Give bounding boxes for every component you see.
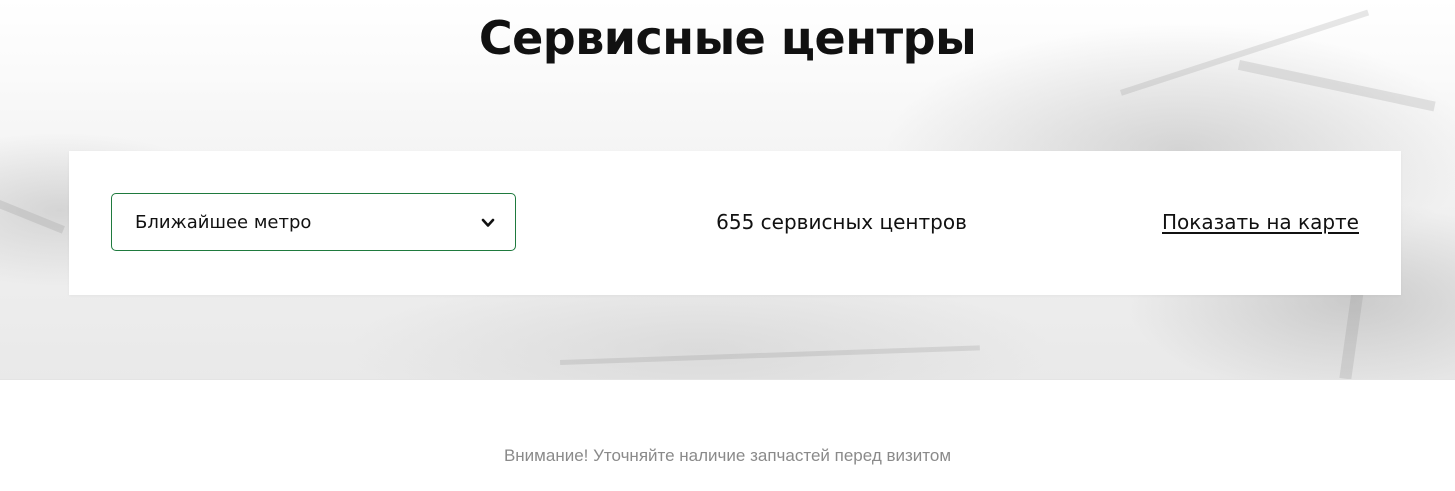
service-count: 655 сервисных центров xyxy=(716,210,967,234)
page-title: Сервисные центры xyxy=(478,11,977,65)
filter-panel: Ближайшее метро 655 сервисных центров По… xyxy=(69,151,1401,295)
parts-availability-notice: Внимание! Уточняйте наличие запчастей пе… xyxy=(503,446,952,465)
background-decoration xyxy=(560,345,980,365)
show-on-map-link[interactable]: Показать на карте xyxy=(1162,193,1359,251)
chevron-down-icon xyxy=(481,218,495,227)
background-decoration xyxy=(0,200,65,234)
metro-select-value: Ближайшее метро xyxy=(135,212,312,233)
section-divider xyxy=(0,379,1455,380)
metro-select[interactable]: Ближайшее метро xyxy=(111,193,516,251)
